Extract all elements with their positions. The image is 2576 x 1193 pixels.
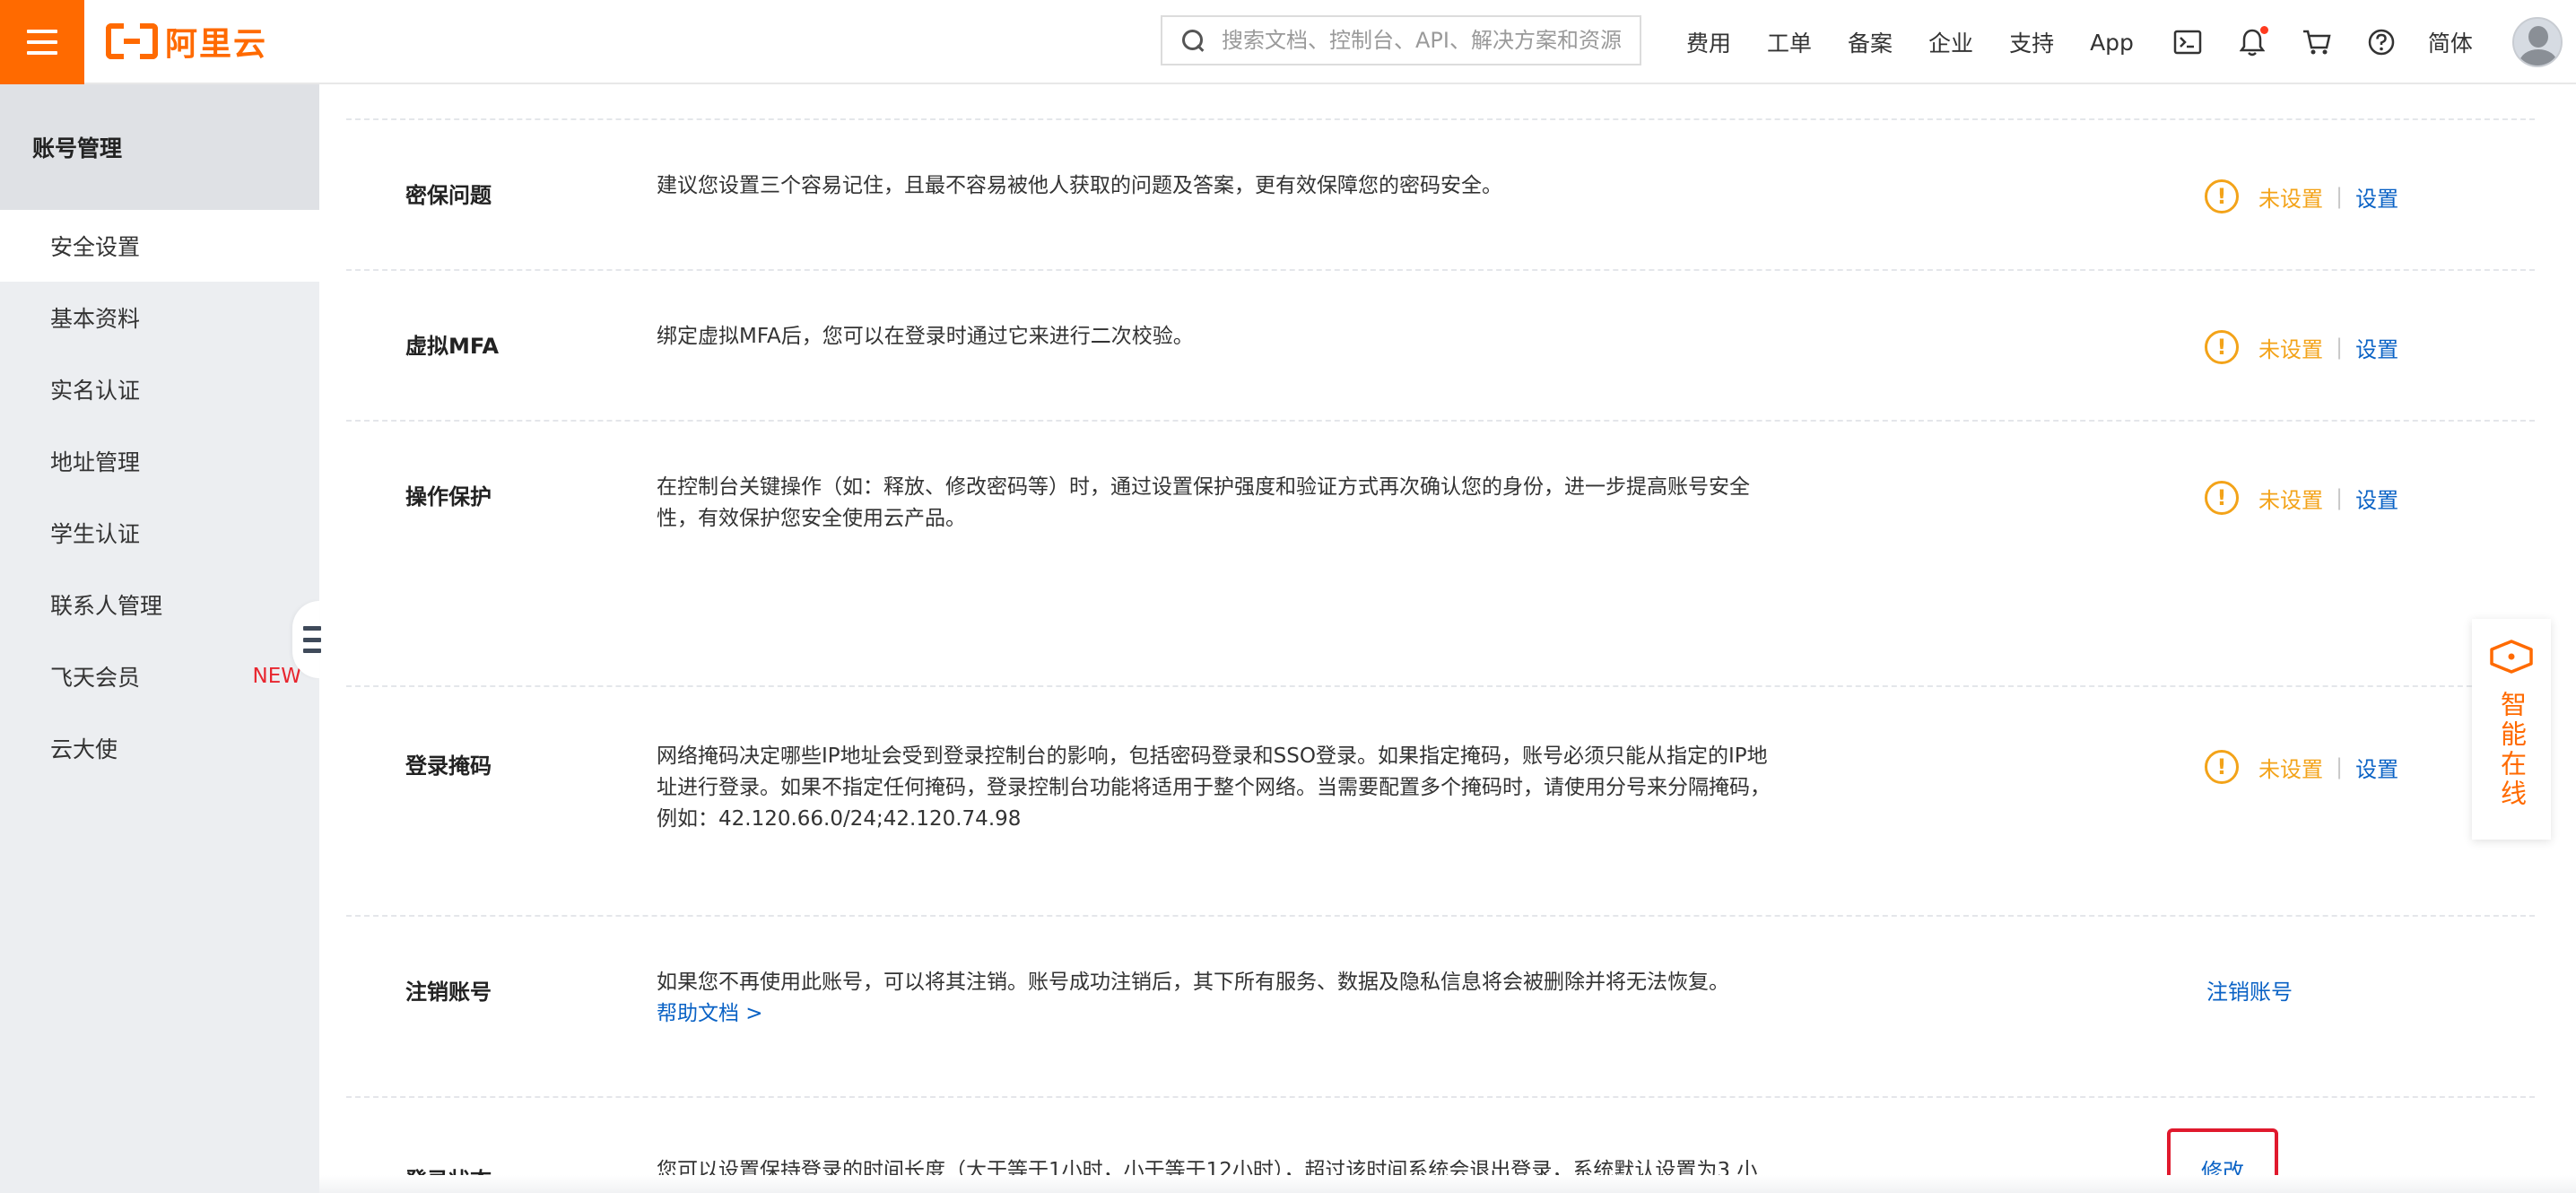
nav-fees[interactable]: 费用 [1686, 26, 1731, 58]
setting-description: 绑定虚拟MFA后，您可以在登录时通过它来进行二次校验。 [657, 325, 1194, 348]
sidebar-item-apsara-member[interactable]: 飞天会员 NEW [0, 640, 319, 712]
warning-icon: ! [2205, 750, 2239, 784]
setting-status: ! 未设置 | 设置 [2205, 330, 2398, 364]
logo[interactable]: 阿里云 [106, 20, 267, 63]
nav-app[interactable]: App [2090, 30, 2134, 56]
sidebar-item-label: 飞天会员 [50, 665, 141, 691]
sidebar-item-label: 云大使 [50, 736, 118, 762]
assistant-icon [2490, 640, 2533, 674]
separator: | [2336, 754, 2344, 779]
cart-icon[interactable] [2299, 24, 2335, 60]
hamburger-icon [27, 30, 57, 55]
close-account-link[interactable]: 注销账号 [2206, 974, 2293, 1006]
search-box[interactable] [1161, 15, 1641, 65]
setting-description: 在控制台关键操作（如：释放、修改密码等）时，通过设置保护强度和验证方式再次确认您… [657, 475, 1750, 530]
status-text: 未设置 [2258, 186, 2323, 212]
status-text: 未设置 [2258, 336, 2323, 362]
aliyun-logo-icon [106, 23, 158, 59]
sidebar-collapse-button[interactable] [292, 601, 321, 678]
warning-icon: ! [2205, 330, 2239, 364]
top-bar: 阿里云 费用 工单 备案 企业 支持 App 简体 [0, 0, 2576, 84]
setting-label: 登录掩码 [405, 753, 492, 779]
warning-icon: ! [2205, 179, 2239, 213]
set-operation-protection-link[interactable]: 设置 [2355, 483, 2398, 514]
search-icon [1182, 30, 1204, 51]
collapse-icon [303, 626, 321, 653]
bell-icon[interactable] [2234, 24, 2270, 60]
sidebar-item-ambassador[interactable]: 云大使 [0, 712, 319, 784]
assistant-label: 智能在线 [2496, 691, 2528, 809]
sidebar-item-security[interactable]: 安全设置 [0, 210, 319, 282]
setting-label: 密保问题 [405, 183, 492, 208]
new-badge: NEW [252, 665, 301, 688]
setting-row-login-mask: 登录掩码 网络掩码决定哪些IP地址会受到登录控制台的影响，包括密码登录和SSO登… [346, 685, 2535, 917]
avatar[interactable] [2511, 17, 2563, 67]
setting-description: 网络掩码决定哪些IP地址会受到登录控制台的影响，包括密码登录和SSO登录。如果指… [657, 745, 1771, 831]
setting-row-operation-protection: 操作保护 在控制台关键操作（如：释放、修改密码等）时，通过设置保护强度和验证方式… [346, 420, 2535, 687]
nav-tickets[interactable]: 工单 [1767, 26, 1812, 58]
warning-icon: ! [2205, 481, 2239, 515]
sidebar-item-profile[interactable]: 基本资料 [0, 282, 319, 353]
status-text: 未设置 [2258, 487, 2323, 513]
setting-description: 建议您设置三个容易记住，且最不容易被他人获取的问题及答案，更有效保障您的密码安全… [657, 174, 1502, 197]
sidebar-item-label: 安全设置 [50, 234, 141, 260]
logo-text: 阿里云 [165, 26, 268, 63]
sidebar: 账号管理 安全设置 基本资料 实名认证 地址管理 学生认证 联系人管理 飞天会员… [0, 84, 319, 1193]
help-doc-link[interactable]: 帮助文档 > [657, 998, 763, 1030]
setting-status: ! 未设置 | 设置 [2205, 179, 2398, 213]
setting-row-virtual-mfa: 虚拟MFA 绑定虚拟MFA后，您可以在登录时通过它来进行二次校验。 ! 未设置 … [346, 269, 2535, 422]
setting-status: ! 未设置 | 设置 [2205, 481, 2398, 515]
separator: | [2336, 485, 2344, 510]
sidebar-item-label: 实名认证 [50, 378, 141, 404]
menu-button[interactable] [0, 0, 84, 84]
bottom-fade [319, 1175, 2576, 1193]
setting-label: 虚拟MFA [405, 334, 500, 359]
setting-row-security-question: 密保问题 建议您设置三个容易记住，且最不容易被他人获取的问题及答案，更有效保障您… [346, 118, 2535, 271]
sidebar-item-realname[interactable]: 实名认证 [0, 353, 319, 425]
help-icon[interactable] [2363, 24, 2399, 60]
setting-description: 如果您不再使用此账号，可以将其注销。账号成功注销后，其下所有服务、数据及隐私信息… [657, 967, 1778, 1030]
set-mfa-link[interactable]: 设置 [2355, 332, 2398, 363]
sidebar-item-label: 联系人管理 [50, 593, 163, 619]
terminal-icon[interactable] [2170, 24, 2206, 60]
sidebar-item-contacts[interactable]: 联系人管理 [0, 569, 319, 640]
nav-enterprise[interactable]: 企业 [1928, 26, 1973, 58]
nav-icp[interactable]: 备案 [1848, 26, 1893, 58]
notification-dot [2259, 26, 2268, 34]
setting-label: 操作保护 [405, 484, 492, 509]
sidebar-item-label: 学生认证 [50, 521, 141, 547]
set-security-question-link[interactable]: 设置 [2355, 181, 2398, 213]
sidebar-item-label: 基本资料 [50, 306, 141, 332]
set-login-mask-link[interactable]: 设置 [2355, 752, 2398, 783]
sidebar-item-address[interactable]: 地址管理 [0, 425, 319, 497]
sidebar-item-label: 地址管理 [50, 449, 141, 475]
status-text: 未设置 [2258, 756, 2323, 782]
security-settings-table: 密保问题 建议您设置三个容易记住，且最不容易被他人获取的问题及答案，更有效保障您… [346, 84, 2535, 1193]
setting-label: 注销账号 [405, 980, 492, 1005]
separator: | [2336, 335, 2344, 360]
language-switch[interactable]: 简体 [2428, 26, 2473, 58]
separator: | [2336, 184, 2344, 209]
description-text: 如果您不再使用此账号，可以将其注销。账号成功注销后，其下所有服务、数据及隐私信息… [657, 971, 1729, 994]
nav-support[interactable]: 支持 [2009, 26, 2054, 58]
top-nav: 费用 工单 备案 企业 支持 App 简体 [1686, 0, 2563, 84]
sidebar-item-student[interactable]: 学生认证 [0, 497, 319, 569]
smart-assistant-widget[interactable]: 智能在线 [2472, 619, 2551, 840]
search-input[interactable] [1222, 28, 1625, 53]
setting-row-close-account: 注销账号 如果您不再使用此账号，可以将其注销。账号成功注销后，其下所有服务、数据… [346, 915, 2535, 1098]
sidebar-title: 账号管理 [0, 84, 319, 210]
setting-status: ! 未设置 | 设置 [2205, 750, 2398, 784]
